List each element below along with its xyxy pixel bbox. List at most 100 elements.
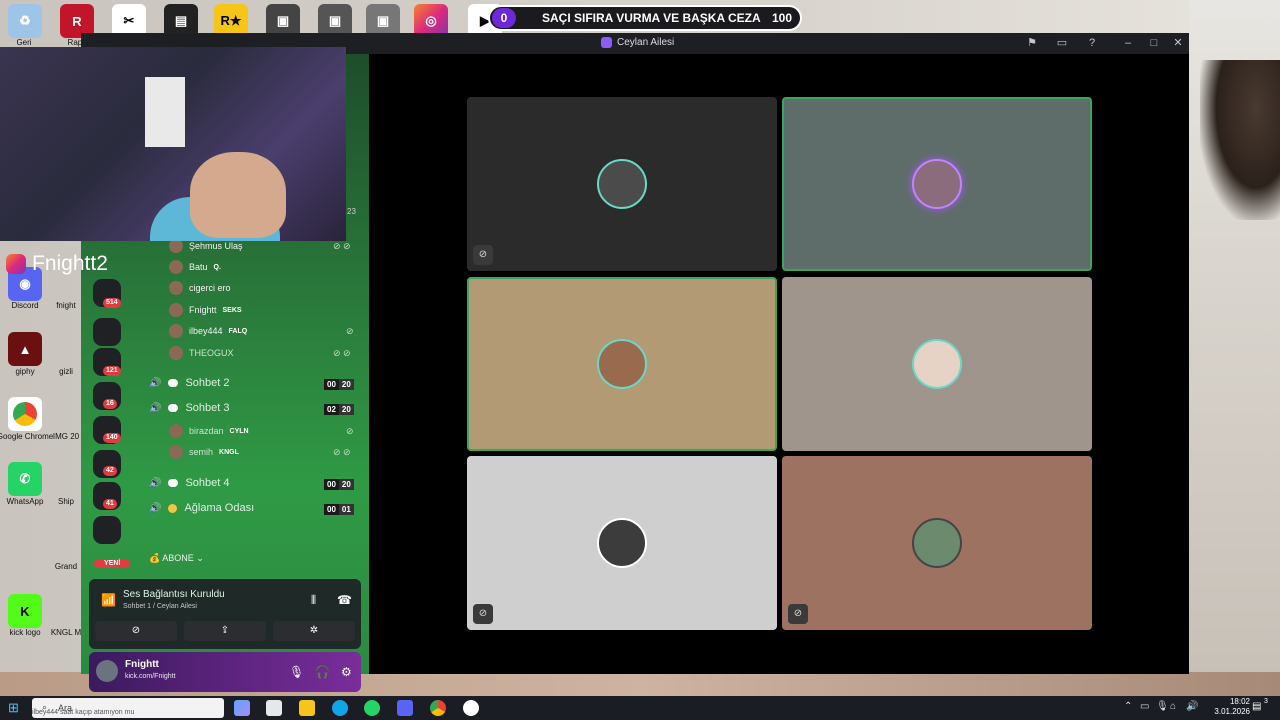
whatsapp-icon[interactable]: ✆ [8,462,42,496]
folder-icon[interactable] [299,700,315,716]
avatar [912,339,962,389]
disconnect-icon[interactable]: ☎ [337,593,352,607]
voice-channel-sohbet-2[interactable]: 🔊 Sohbet 2 [149,374,230,392]
video-tile[interactable]: ⊘ [782,456,1092,630]
voice-channel-sohbet-3[interactable]: 🔊 Sohbet 3 [149,399,230,417]
muted-icon: ⊘ [788,604,808,624]
help-icon[interactable]: ? [1085,36,1099,50]
video-tile[interactable]: ⊘ [467,456,777,630]
avatar [169,346,183,360]
server-item[interactable] [93,318,121,346]
minimize-icon[interactable]: – [1121,36,1135,50]
voice-channel-aglama-odasi[interactable]: 🔊 Ağlama Odası [149,499,254,517]
noise-suppression-icon[interactable]: ⫴ [311,593,316,608]
channel-name: Sohbet 4 [185,477,230,489]
voice-status[interactable]: Ses Bağlantısı Kuruldu [123,589,225,600]
username[interactable]: Fnightt [125,659,159,670]
copilot-icon[interactable] [234,700,250,716]
voice-member[interactable]: semih KNGL [169,444,239,460]
chevron-down-icon: ⌄ [193,553,204,563]
battery-icon[interactable]: ▭ [1140,701,1149,712]
avatar [169,445,183,459]
channel-count: 00 20 [324,379,354,390]
window-title: Ceylan Ailesi [601,37,674,48]
instagram-icon [6,254,26,274]
voice-member[interactable]: Fnightt SEKS [169,302,242,318]
member-name: Fnightt [189,305,217,315]
flag-icon[interactable]: ⚑ [1025,36,1039,50]
search-box[interactable]: ⌕ Ara ilbey444 saat kaçıp atamıyon mu [32,698,224,718]
member-tag: SEKS [222,306,242,314]
muted-icon: ⊘ [346,426,354,436]
social-handle-overlay: Fnightt2 [6,252,108,276]
server-item[interactable] [93,516,121,544]
discord-taskbar-icon[interactable] [397,700,413,716]
vote-right-count: 100 [771,11,792,25]
notification-icon[interactable]: ▤ [1252,701,1261,712]
avatar [169,424,183,438]
user-status: kick.com/Fnightt [125,673,176,680]
webcam-overlay: 23 [0,47,356,241]
time: 18:02 [1229,697,1250,706]
server-badge: 514 [103,298,121,308]
voice-channel-sohbet-4[interactable]: 🔊 Sohbet 4 [149,474,230,492]
clock[interactable]: 18:02 3.01.2026 [1214,697,1250,717]
channel-name: Sohbet 3 [185,402,230,414]
recycle-bin-icon[interactable]: ♻ [8,4,42,38]
signal-icon: 📶 [101,593,116,607]
camera-off-button[interactable]: ⊘ [95,621,177,641]
member-tag: FALQ [228,327,248,335]
video-tile-speaking[interactable] [782,97,1092,271]
giphy-icon[interactable]: ▲ [8,332,42,366]
obs-icon[interactable] [463,700,479,716]
webcam-background-shirt [145,77,185,147]
screen-icon[interactable]: ▭ [1055,36,1069,50]
video-tile[interactable] [782,277,1092,451]
count-b: 01 [338,504,354,515]
server-badge: 16 [103,399,117,409]
whatsapp-taskbar-icon[interactable] [364,700,380,716]
voice-member[interactable]: Batu Q. [169,259,221,275]
voice-member[interactable]: THEOGUX [169,345,234,361]
screen-share-button[interactable]: ⇪ [184,621,266,641]
store-icon[interactable] [266,700,282,716]
microphone-icon[interactable]: 🎙 [289,665,304,679]
speaker-icon: 🔊 [149,377,162,389]
microphone-tray-icon[interactable]: 🎙 [1156,701,1169,712]
maximize-icon[interactable]: □ [1147,36,1161,50]
kick-icon[interactable]: K [8,594,42,628]
voice-member[interactable]: cigerci ero [169,280,231,296]
chrome-icon[interactable] [8,397,42,431]
count-a: 00 [324,504,339,515]
video-tile-speaking[interactable] [467,277,777,451]
windows-start-icon[interactable]: ⊞ [8,701,22,715]
avatar [169,239,183,253]
avatar[interactable] [96,660,118,682]
new-badge[interactable]: YENİ [94,559,131,568]
voice-member[interactable]: ilbey444 FALQ [169,323,247,339]
notification-tip: ilbey444 saat kaçıp atamıyon mu [32,709,135,716]
chevron-up-icon[interactable]: ⌃ [1124,701,1132,712]
video-tile[interactable]: ⊘ [467,97,777,271]
member-name: ilbey444 [189,326,223,336]
network-icon[interactable]: ⌂ [1170,701,1176,712]
count-b: 20 [338,479,354,490]
channel-count: 00 20 [324,479,354,490]
close-icon[interactable]: ✕ [1171,36,1185,50]
volume-icon[interactable]: 🔊 [1186,701,1198,712]
voice-member[interactable]: birazdan CYLN [169,423,249,439]
headphones-icon[interactable]: 🎧 [315,665,330,679]
user-panel: Fnightt kick.com/Fnightt 🎙 🎧 ⚙ [89,652,361,692]
channel-name: Ağlama Odası [184,502,255,514]
avatar [912,518,962,568]
member-name: birazdan [189,426,224,436]
category-abone[interactable]: 💰 ABONE ⌄ [149,553,204,564]
channel-name: Sohbet 2 [185,377,230,389]
activities-button[interactable]: ✲ [273,621,355,641]
gear-icon[interactable]: ⚙ [341,665,352,679]
avatar [597,159,647,209]
edge-icon[interactable] [332,700,348,716]
count-b: 20 [338,404,354,415]
chrome-taskbar-icon[interactable] [430,700,446,716]
chat-bubble-icon [168,404,179,412]
